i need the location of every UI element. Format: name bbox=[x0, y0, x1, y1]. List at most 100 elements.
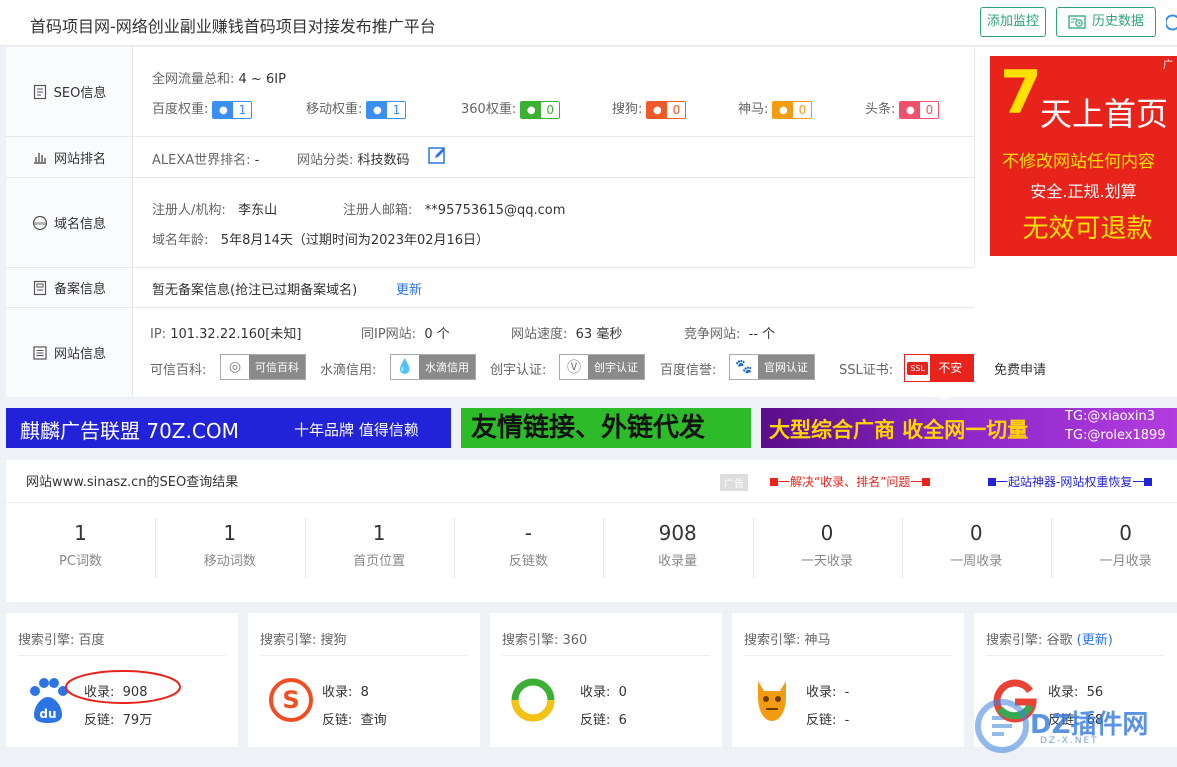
add-monitor-button[interactable]: 添加监控 bbox=[980, 7, 1046, 37]
chuangyu-badge[interactable]: Ⓥ 创宇认证 bbox=[559, 354, 645, 380]
engine-card-title: 搜索引擎: 神马 bbox=[744, 633, 831, 648]
banner-qilin[interactable]: 麒麟广告联盟 70Z.COM 十年品牌 值得信赖 bbox=[6, 408, 451, 448]
weight-badge[interactable]: ● 1 bbox=[366, 100, 407, 119]
baidu-credit-badge[interactable]: 🐾 官网认证 bbox=[729, 354, 815, 380]
weight-badge[interactable]: ● 1 bbox=[212, 100, 253, 119]
baidu-paw-icon: ● bbox=[213, 101, 234, 118]
bar-chart-icon bbox=[33, 153, 46, 164]
engine-index: 收录: - bbox=[806, 685, 850, 700]
icp-update-link[interactable]: 更新 bbox=[396, 279, 422, 298]
weight-label: 神马: bbox=[738, 102, 769, 117]
water-drop-icon: 💧 bbox=[391, 355, 419, 379]
stat-value: 0 bbox=[820, 521, 834, 545]
stat-separator bbox=[453, 518, 455, 578]
header-bar: 首码项目网-网络创业副业赚钱首码项目对接发布推广平台 添加监控 历史数据 bbox=[0, 0, 1177, 46]
stat-value: - bbox=[524, 521, 532, 545]
engine-card-divider bbox=[744, 655, 952, 656]
ad-line3: 安全.正规.划算 bbox=[1030, 182, 1137, 201]
stat-label: 收录量 bbox=[658, 554, 698, 569]
stat-separator bbox=[752, 518, 754, 578]
stat-item: 908 收录量 bbox=[603, 518, 752, 569]
engine-index: 收录: 0 bbox=[580, 685, 627, 700]
ad-box[interactable]: 广 7 天上首页 不修改网站任何内容 安全.正规.划算 无效可退款 bbox=[990, 56, 1177, 256]
banner-ads-main: 大型综合广商 收全网一切量 bbox=[769, 418, 1029, 442]
stat-item: 1 首页位置 bbox=[305, 518, 454, 569]
svg-text:S: S bbox=[282, 686, 299, 714]
baidu-credit-label: 百度信誉: bbox=[660, 363, 717, 378]
site-category: 网站分类: 科技数码 bbox=[297, 153, 410, 168]
result-link1[interactable]: 一解决“收录、排名”问题一 bbox=[770, 473, 931, 490]
stat-value: 908 bbox=[658, 521, 697, 545]
history-data-button[interactable]: 历史数据 bbox=[1056, 7, 1156, 37]
baike-badge[interactable]: ◎ 可信百科 bbox=[220, 354, 306, 380]
stat-value: 0 bbox=[969, 521, 983, 545]
weight-item: 搜狗: ● 0 bbox=[612, 98, 687, 119]
svg-text:www: www bbox=[34, 221, 46, 227]
record-book-icon bbox=[33, 280, 47, 295]
site-speed: 网站速度: 63 毫秒 bbox=[511, 327, 623, 342]
baidu-paw-icon: 🐾 bbox=[730, 355, 758, 379]
ad-divider bbox=[974, 47, 975, 267]
document-icon bbox=[33, 84, 46, 99]
stat-separator bbox=[901, 518, 903, 578]
highlight-ellipse bbox=[65, 670, 181, 704]
weight-label: 搜狗: bbox=[612, 102, 643, 117]
engine-update-link[interactable]: (更新) bbox=[1077, 633, 1113, 648]
stat-label: PC词数 bbox=[59, 554, 102, 569]
stat-label: 一周收录 bbox=[950, 554, 1003, 569]
weight-item: 百度权重: ● 1 bbox=[152, 98, 253, 119]
stat-item: 0 一周收录 bbox=[902, 518, 1051, 569]
refresh-icon[interactable] bbox=[1164, 12, 1177, 32]
stat-item: 0 一月收录 bbox=[1051, 518, 1177, 569]
water-badge[interactable]: 💧 水滴信用 bbox=[390, 354, 476, 380]
ssl-apply-link[interactable]: 免费申请 bbox=[994, 359, 1046, 378]
engine-card-divider bbox=[502, 655, 710, 656]
weight-value: 0 bbox=[541, 101, 560, 118]
stat-item: 1 移动词数 bbox=[155, 518, 304, 569]
traffic-total: 全网流量总和: 4 ~ 6IP bbox=[152, 72, 286, 87]
weight-label: 360权重: bbox=[461, 102, 517, 117]
site-info-row: 网站信息 IP: 101.32.22.160[未知] 同IP网站: 0 个 网站… bbox=[6, 308, 1046, 401]
result-title: 网站www.sinasz.cn的SEO查询结果 bbox=[26, 475, 239, 490]
weight-badge[interactable]: ● 0 bbox=[772, 100, 813, 119]
weight-badge[interactable]: ● 0 bbox=[646, 100, 687, 119]
stat-separator bbox=[155, 518, 157, 578]
result-ad-tag: 广告 bbox=[720, 474, 748, 491]
engine-index: 收录: 8 bbox=[322, 685, 369, 700]
icp-text: 暂无备案信息(抢注已过期备案域名) bbox=[152, 283, 358, 298]
engine-backlinks: 反链: - bbox=[806, 713, 850, 728]
result-link2[interactable]: 一起站神器-网站权重恢复一 bbox=[988, 473, 1153, 490]
banner-links[interactable]: 友情链接、外链代发 bbox=[461, 408, 751, 448]
site-info-label-cell: 网站信息 bbox=[6, 308, 133, 397]
stat-label: 反链数 bbox=[508, 554, 548, 569]
same-ip-sites: 同IP网站: 0 个 bbox=[361, 327, 450, 342]
water-label: 水滴信用: bbox=[320, 363, 377, 378]
stat-label: 一天收录 bbox=[800, 554, 853, 569]
engine-card: 搜索引擎: 神马收录: - 反链: - bbox=[732, 613, 964, 747]
engine-card-divider bbox=[260, 655, 468, 656]
shield-icon: ◎ bbox=[221, 355, 249, 379]
registrant-email: 注册人邮箱: **95753615@qq.com bbox=[343, 203, 566, 218]
icp-row: 备案信息 暂无备案信息(抢注已过期备案域名) 更新 bbox=[6, 268, 974, 308]
stat-label: 一月收录 bbox=[1099, 554, 1152, 569]
360-icon: ● bbox=[521, 101, 542, 118]
shenma-icon: ● bbox=[773, 101, 794, 118]
stat-separator bbox=[603, 518, 605, 578]
ssl-badge[interactable]: SSL 不安全 bbox=[904, 354, 974, 401]
engine-card-title: 搜索引擎: 360 bbox=[502, 633, 588, 648]
weight-value: 0 bbox=[793, 101, 812, 118]
page-title: 首码项目网-网络创业副业赚钱首码项目对接发布推广平台 bbox=[30, 17, 436, 36]
engine-card: 搜索引擎: 搜狗 S 收录: 8 反链: 查询 bbox=[248, 613, 480, 747]
stat-value: 1 bbox=[223, 521, 237, 545]
banner-ads[interactable]: 大型综合广商 收全网一切量 TG:@xiaoxin3 TG:@rolex1899 bbox=[761, 408, 1177, 448]
compete-sites: 竞争网站: -- 个 bbox=[684, 327, 776, 342]
sogou-icon: S bbox=[268, 677, 314, 727]
history-icon bbox=[1068, 15, 1086, 29]
chuangyu-label: 创宇认证: bbox=[490, 363, 547, 378]
weight-badge[interactable]: ● 0 bbox=[520, 100, 561, 119]
edit-category-icon[interactable] bbox=[428, 145, 448, 165]
ssl-label: SSL证书: bbox=[839, 363, 894, 378]
weight-badge[interactable]: ● 0 bbox=[899, 100, 940, 119]
weight-value: 1 bbox=[233, 101, 252, 118]
weight-item: 移动权重: ● 1 bbox=[306, 98, 407, 119]
